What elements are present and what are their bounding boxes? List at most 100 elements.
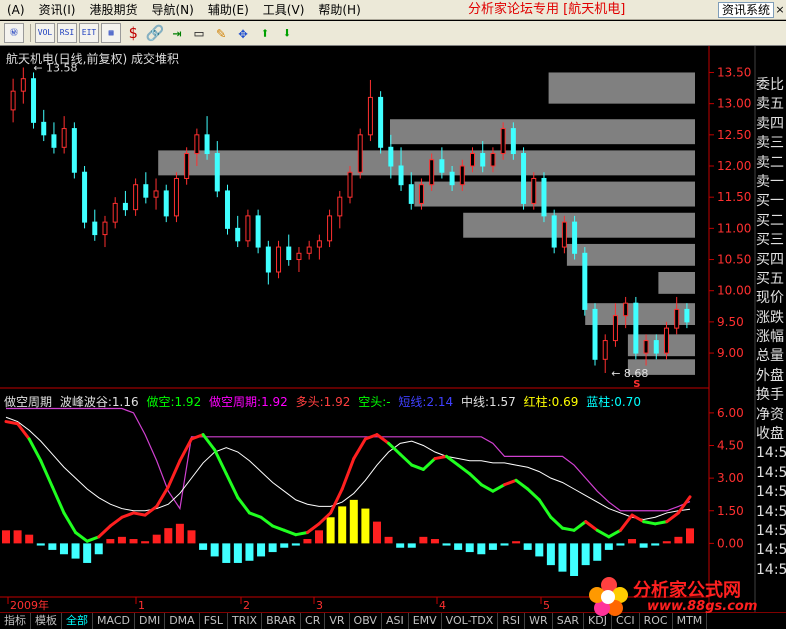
- indicator-tab[interactable]: FSL: [200, 613, 228, 629]
- candle-body: [470, 153, 476, 167]
- indicator-bar: [419, 536, 428, 544]
- menu-item-navigate[interactable]: 导航(N): [145, 0, 201, 20]
- indicator-bar: [268, 543, 277, 553]
- grid-icon[interactable]: ▦: [101, 23, 121, 43]
- time-tick-label: 1: [138, 599, 145, 612]
- price-tick-label: 13.00: [717, 97, 751, 111]
- indicator-tab[interactable]: RSI: [498, 613, 526, 629]
- indicator-tab[interactable]: VOL-TDX: [442, 613, 499, 629]
- trend-line-segment: [363, 433, 379, 441]
- price-tick-label: 10.50: [717, 253, 751, 267]
- trend-line-segment: [676, 495, 692, 515]
- time-axis: 2009年 1 2 3 4 5: [7, 597, 550, 612]
- menu-item-hk-futures[interactable]: 港股期货: [82, 0, 144, 20]
- candle-body: [235, 227, 241, 242]
- volume-profile-bar: [658, 272, 695, 294]
- trend-line-segment: [247, 511, 263, 519]
- analysis-icon[interactable]: ㊙: [4, 23, 24, 43]
- close-icon[interactable]: ×: [774, 2, 786, 18]
- candle-body: [10, 90, 16, 111]
- indicator-tab[interactable]: BRAR: [262, 613, 302, 629]
- candle-body: [71, 128, 77, 173]
- indicator-tab[interactable]: VR: [325, 613, 350, 629]
- candle-body: [612, 315, 618, 342]
- indicator-bar: [604, 543, 613, 550]
- indicator-bar: [512, 541, 521, 544]
- candle-body: [41, 121, 47, 136]
- indicator-bar: [71, 543, 80, 559]
- trend-line-segment: [503, 478, 518, 487]
- volume-icon[interactable]: VOL: [35, 23, 55, 43]
- indicator-tab[interactable]: MACD: [93, 613, 135, 629]
- menu-item-help[interactable]: 帮助(H): [311, 0, 367, 20]
- trend-line-segment: [375, 433, 391, 445]
- arrow-down-icon[interactable]: ⬇: [277, 23, 297, 43]
- indicator-tab[interactable]: CR: [301, 613, 326, 629]
- arrow-up-icon[interactable]: ⬆: [255, 23, 275, 43]
- candle-body: [388, 146, 394, 167]
- window-icon[interactable]: ▭: [189, 23, 209, 43]
- indicator-tick-label: 1.50: [717, 504, 744, 518]
- candle-body: [153, 190, 159, 198]
- trend-line-segment: [189, 433, 205, 441]
- indicator-bar: [651, 543, 660, 546]
- indicator-bar: [2, 530, 10, 544]
- rsi-icon[interactable]: RSI: [57, 23, 77, 43]
- indicator-bar: [361, 508, 370, 544]
- indicator-tab[interactable]: 全部: [62, 613, 93, 629]
- trend-line-segment: [630, 513, 646, 524]
- indicator-tab[interactable]: ASI: [382, 613, 409, 629]
- trend-line-segment: [584, 520, 599, 532]
- menu-item-assist[interactable]: 辅助(E): [201, 0, 256, 20]
- trend-line-segment: [213, 448, 228, 476]
- indicator-bar: [396, 543, 405, 548]
- stock-chart[interactable]: ← 13.58← 8.68S 13.5013.0012.5012.0011.50…: [0, 46, 786, 612]
- menu-item-a[interactable]: (A): [0, 0, 32, 20]
- price-tick-label: 9.50: [717, 315, 744, 329]
- indicator-tab[interactable]: EMV: [409, 613, 442, 629]
- candle-body: [663, 327, 669, 354]
- menu-item-info[interactable]: 资讯(I): [32, 0, 83, 20]
- menu-item-tools[interactable]: 工具(V): [256, 0, 312, 20]
- indicator-tab[interactable]: DMI: [135, 613, 166, 629]
- dollar-icon[interactable]: $: [123, 23, 143, 43]
- indicator-tab[interactable]: 模板: [31, 613, 62, 629]
- indicator-tab[interactable]: DMA: [165, 613, 200, 629]
- link-icon[interactable]: 🔗: [145, 23, 165, 43]
- indicator-bar: [570, 543, 579, 576]
- candle-body: [347, 171, 353, 198]
- quote-field-label: 收盘: [756, 426, 784, 443]
- candle-body: [551, 215, 557, 248]
- trend-line-segment: [514, 478, 530, 491]
- indicator-bar: [210, 543, 219, 557]
- trend-line-segment: [236, 496, 251, 515]
- trend-line-segment: [39, 459, 54, 489]
- candle-body: [378, 96, 384, 148]
- trend-line-segment: [50, 485, 66, 515]
- candle-body: [122, 202, 128, 211]
- indicator-bar: [117, 536, 126, 544]
- candle-body: [327, 215, 333, 242]
- candle-body: [245, 215, 251, 242]
- indicator-tab[interactable]: WR: [525, 613, 553, 629]
- price-tick-label: 9.00: [717, 346, 744, 360]
- indicator-tab[interactable]: SAR: [553, 613, 585, 629]
- indicator-tab[interactable]: TRIX: [228, 613, 263, 629]
- move-icon[interactable]: ✥: [233, 23, 253, 43]
- indicator-tab[interactable]: OBV: [350, 613, 382, 629]
- indicator-tick-label: 4.50: [717, 439, 744, 453]
- jump-icon[interactable]: ⇥: [167, 23, 187, 43]
- indicator-bar: [523, 543, 532, 550]
- indicator-name[interactable]: 做空周期: [4, 395, 52, 409]
- candle-body: [265, 246, 271, 273]
- info-system-button[interactable]: 资讯系统: [717, 2, 774, 18]
- indicator-tab[interactable]: 指标: [0, 613, 31, 629]
- volume-profile-bar: [390, 119, 695, 145]
- indicator-bar: [454, 543, 463, 550]
- pencil-icon[interactable]: ✎: [211, 23, 231, 43]
- candle-body: [296, 252, 302, 261]
- eit-icon[interactable]: EIT: [79, 23, 99, 43]
- indicator-bar: [141, 541, 150, 544]
- trend-line-segment: [85, 535, 101, 543]
- quote-field-label: 净资: [756, 406, 784, 423]
